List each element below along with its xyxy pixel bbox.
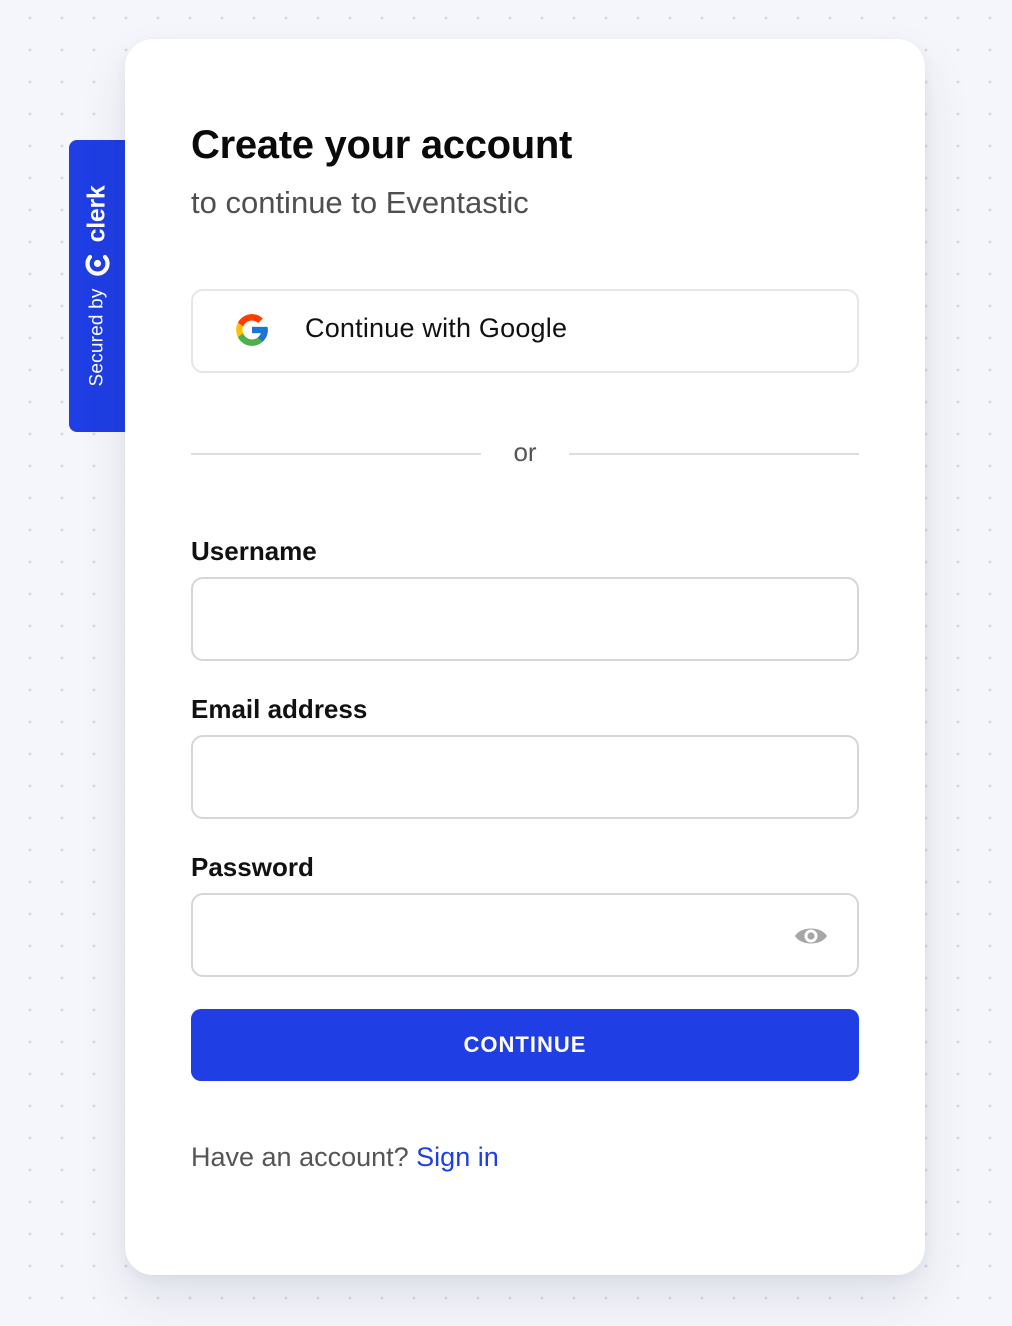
divider-or-text: or (513, 437, 537, 467)
username-input[interactable] (191, 577, 859, 661)
divider-line-right (569, 453, 859, 455)
page-subtitle: to continue to Eventastic (191, 185, 529, 220)
footer: Have an account? Sign in (191, 1142, 499, 1173)
google-icon (233, 311, 271, 349)
badge-content: Secured by clerk (83, 185, 112, 386)
divider-line-left (191, 453, 481, 455)
username-label: Username (191, 536, 317, 566)
secured-by-clerk-badge[interactable]: Secured by clerk (69, 140, 125, 432)
eye-icon[interactable] (793, 921, 829, 951)
sign-in-link[interactable]: Sign in (416, 1142, 499, 1172)
password-label: Password (191, 852, 314, 882)
clerk-logo-icon (84, 250, 110, 276)
google-button-label: Continue with Google (305, 313, 568, 343)
badge-prefix: Secured by (86, 288, 107, 387)
page-title: Create your account (191, 123, 573, 167)
badge-brand: clerk (82, 185, 111, 243)
continue-with-google-button[interactable]: Continue with Google (191, 289, 859, 373)
email-label: Email address (191, 694, 368, 724)
continue-button[interactable]: CONTINUE (191, 1009, 859, 1081)
footer-prompt: Have an account? (191, 1142, 409, 1172)
email-input[interactable] (191, 735, 859, 819)
sign-up-card: Create your account to continue to Event… (125, 39, 925, 1275)
password-input[interactable] (191, 893, 859, 977)
